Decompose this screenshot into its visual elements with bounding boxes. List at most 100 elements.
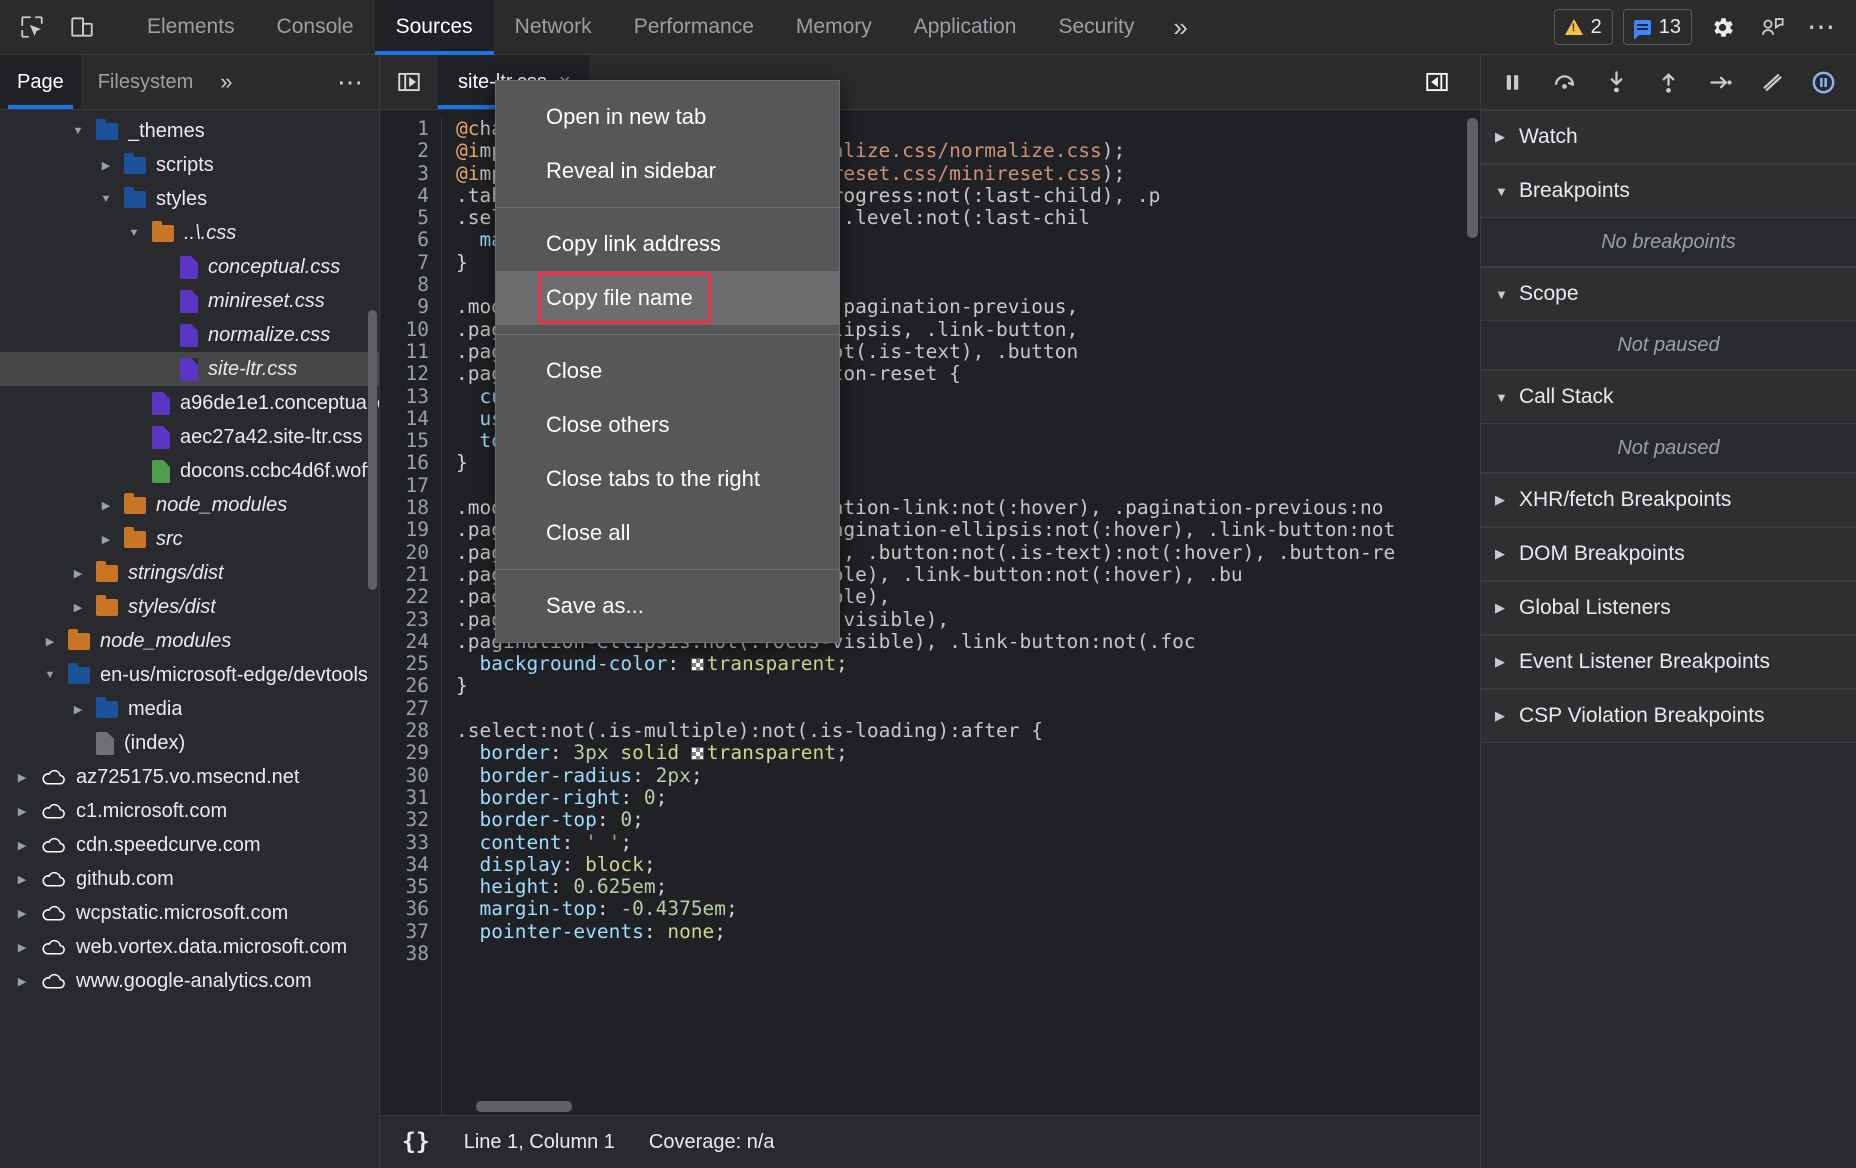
cloud-icon [40,904,67,922]
pretty-print-icon[interactable]: {} [402,1129,430,1155]
inspect-element-icon[interactable] [10,6,54,48]
context-menu-item-close-others[interactable]: Close others [496,398,839,452]
nav-tab-page[interactable]: Page [0,55,81,109]
deactivate-breakpoints-icon[interactable] [1750,61,1794,103]
tree-row[interactable]: docons.ccbc4d6f.woff [0,454,379,488]
file-tree-scrollbar[interactable] [368,310,377,590]
step-over-icon[interactable] [1543,61,1587,103]
chevron-right-icon[interactable] [12,941,32,954]
context-menu-item-open-in-new-tab[interactable]: Open in new tab [496,90,839,144]
tree-row[interactable]: github.com [0,862,379,896]
tree-row[interactable]: strings/dist [0,556,379,590]
chevron-right-icon[interactable] [96,533,116,546]
chevron-right-icon[interactable] [68,567,88,580]
context-menu-item-close-tabs-to-the-right[interactable]: Close tabs to the right [496,452,839,506]
debugger-toolbar [1481,55,1856,110]
chevron-right-icon: ▶ [1495,654,1509,670]
chevron-right-icon[interactable] [12,907,32,920]
tree-row[interactable]: media [0,692,379,726]
step-into-icon[interactable] [1595,61,1639,103]
chevron-right-icon[interactable] [12,975,32,988]
tab-sources[interactable]: Sources [375,0,494,55]
tab-console[interactable]: Console [256,0,375,55]
editor-horizontal-scrollbar[interactable] [476,1101,572,1112]
chevron-down-icon[interactable] [124,227,144,239]
context-menu-item-close-all[interactable]: Close all [496,506,839,560]
chevron-right-icon[interactable] [12,805,32,818]
chevron-down-icon[interactable] [96,193,116,205]
tree-row[interactable]: styles/dist [0,590,379,624]
tree-row[interactable]: node_modules [0,488,379,522]
debugger-section-dom-breakpoints[interactable]: ▶DOM Breakpoints [1481,527,1856,581]
editor-vertical-scrollbar[interactable] [1467,118,1478,238]
tab-security[interactable]: Security [1037,0,1155,55]
navigator-more-options-icon[interactable]: ⋯ [321,55,379,109]
chevron-right-icon[interactable] [12,771,32,784]
tree-row[interactable]: conceptual.css [0,250,379,284]
more-options-icon[interactable]: ⋯ [1802,7,1842,47]
tab-application[interactable]: Application [893,0,1038,55]
more-tabs-icon[interactable]: » [1155,0,1205,55]
debugger-section-scope[interactable]: ▼Scope [1481,267,1856,321]
warnings-counter[interactable]: 2 [1554,9,1613,45]
tree-row[interactable]: cdn.speedcurve.com [0,828,379,862]
show-debugger-icon[interactable] [1408,69,1466,95]
context-menu-item-close[interactable]: Close [496,344,839,398]
tree-row[interactable]: a96de1e1.conceptual.css [0,386,379,420]
step-icon[interactable] [1698,61,1742,103]
debugger-section-breakpoints[interactable]: ▼Breakpoints [1481,164,1856,218]
tree-row[interactable]: wcpstatic.microsoft.com [0,896,379,930]
chevron-down-icon[interactable] [68,125,88,137]
debugger-section-event-listener-breakpoints[interactable]: ▶Event Listener Breakpoints [1481,635,1856,689]
chevron-right-icon[interactable] [96,499,116,512]
chevron-right-icon[interactable] [12,839,32,852]
tree-row[interactable]: site-ltr.css [0,352,379,386]
debugger-section-watch[interactable]: ▶Watch [1481,110,1856,164]
line-number: 7 [380,252,429,274]
gear-icon[interactable] [1702,7,1742,47]
tree-row[interactable]: _themes [0,114,379,148]
context-menu-item-reveal-in-sidebar[interactable]: Reveal in sidebar [496,144,839,198]
tree-row[interactable]: az725175.vo.msecnd.net [0,760,379,794]
nav-tab-filesystem[interactable]: Filesystem [81,55,211,109]
debugger-section-global-listeners[interactable]: ▶Global Listeners [1481,581,1856,635]
chevron-right-icon[interactable] [96,159,116,172]
tree-row[interactable]: minireset.css [0,284,379,318]
pause-script-icon[interactable] [1491,61,1535,103]
chevron-right-icon[interactable] [68,601,88,614]
tree-row[interactable]: c1.microsoft.com [0,794,379,828]
dock-side-icon[interactable] [1752,7,1792,47]
navigator-more-tabs-icon[interactable]: » [210,55,242,109]
tab-context-menu[interactable]: Open in new tabReveal in sidebar Copy lin… [495,80,840,643]
tree-row[interactable]: styles [0,182,379,216]
tab-performance[interactable]: Performance [613,0,775,55]
tree-row[interactable]: node_modules [0,624,379,658]
pause-on-exceptions-icon[interactable] [1802,61,1846,103]
step-out-icon[interactable] [1646,61,1690,103]
tree-row[interactable]: www.google-analytics.com [0,964,379,998]
tree-row[interactable]: normalize.css [0,318,379,352]
debugger-section-csp-violation-breakpoints[interactable]: ▶CSP Violation Breakpoints [1481,689,1856,743]
messages-counter[interactable]: 13 [1623,9,1692,45]
tree-row[interactable]: web.vortex.data.microsoft.com [0,930,379,964]
chevron-down-icon[interactable] [40,669,60,681]
context-menu-item-save-as[interactable]: Save as... [496,579,839,633]
context-menu-item-copy-link-address[interactable]: Copy link address [496,217,839,271]
tab-elements[interactable]: Elements [126,0,256,55]
chevron-right-icon[interactable] [12,873,32,886]
tree-row[interactable]: en-us/microsoft-edge/devtools [0,658,379,692]
tree-row[interactable]: (index) [0,726,379,760]
debugger-section-call-stack[interactable]: ▼Call Stack [1481,370,1856,424]
tree-row[interactable]: scripts [0,148,379,182]
show-navigator-icon[interactable] [380,55,438,109]
debugger-section-xhr-fetch-breakpoints[interactable]: ▶XHR/fetch Breakpoints [1481,473,1856,527]
tab-memory[interactable]: Memory [775,0,893,55]
tree-row[interactable]: src [0,522,379,556]
device-toolbar-icon[interactable] [60,6,104,48]
tab-network[interactable]: Network [494,0,613,55]
chevron-right-icon[interactable] [68,703,88,716]
tree-row[interactable]: aec27a42.site-ltr.css [0,420,379,454]
context-menu-item-copy-file-name[interactable]: Copy file name [496,271,839,325]
tree-row[interactable]: ..\.css [0,216,379,250]
chevron-right-icon[interactable] [40,635,60,648]
